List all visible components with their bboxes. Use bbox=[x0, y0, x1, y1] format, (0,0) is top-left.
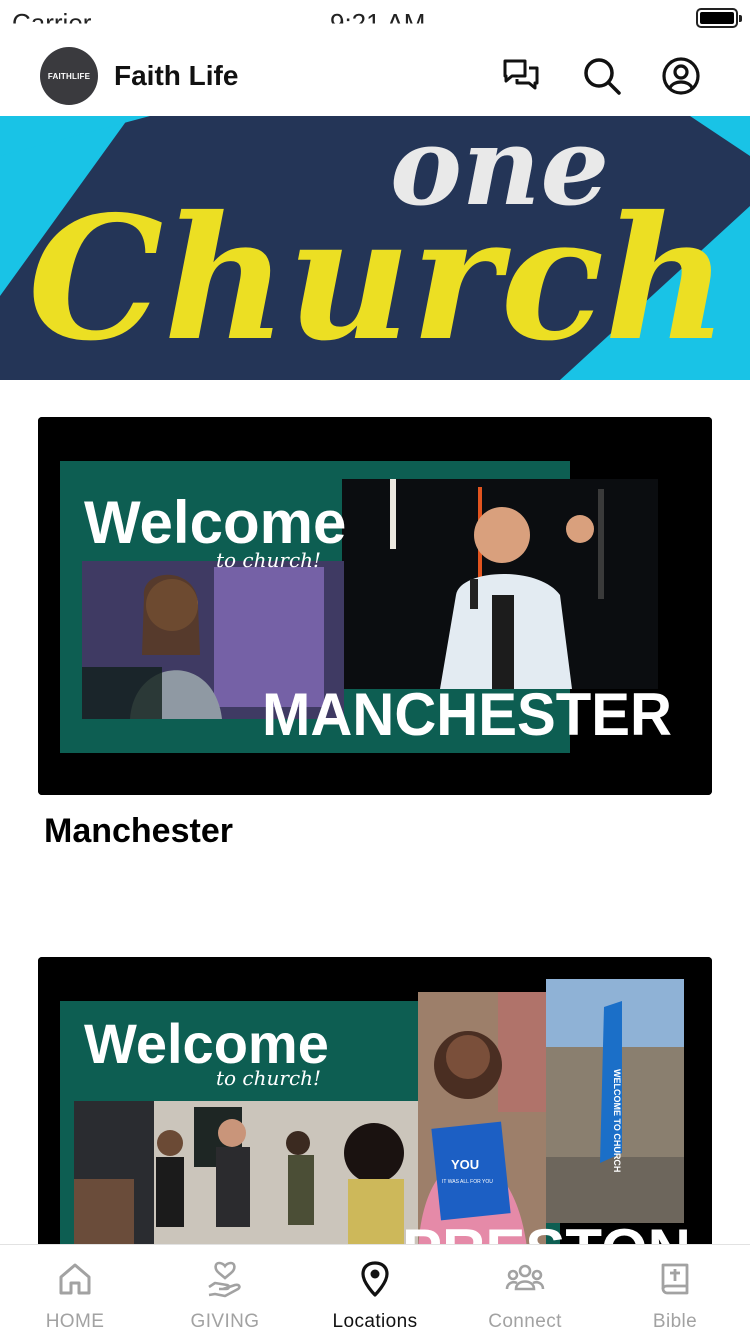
app-logo[interactable]: FAITHLIFE bbox=[40, 47, 98, 105]
app-title: Faith Life bbox=[114, 60, 239, 91]
location-pin-icon bbox=[361, 1261, 389, 1297]
nav-label-giving: GIVING bbox=[190, 1311, 260, 1332]
carrier-label: Carrier bbox=[12, 8, 92, 38]
bottom-nav: HOME GIVING Locations Connect Bible bbox=[0, 1244, 750, 1334]
profile-icon[interactable] bbox=[661, 56, 701, 96]
nav-bible[interactable]: Bible bbox=[600, 1245, 750, 1334]
logo-text: FAITHLIFE bbox=[47, 71, 91, 81]
battery-icon bbox=[696, 8, 742, 28]
status-bar: Carrier 9:21 AM bbox=[0, 0, 750, 38]
hero-artwork: one Church bbox=[0, 116, 750, 380]
app-header: FAITHLIFE Faith Life bbox=[0, 38, 750, 116]
banner-subtitle: to church! bbox=[216, 548, 321, 572]
giving-icon bbox=[208, 1261, 241, 1298]
flag-text: WELCOME TO CHURCH bbox=[612, 1069, 622, 1172]
nav-giving[interactable]: GIVING bbox=[150, 1245, 300, 1334]
location-name[interactable]: Manchester bbox=[44, 812, 233, 851]
nav-label-locations: Locations bbox=[332, 1311, 418, 1332]
status-time: 9:21 AM bbox=[330, 8, 426, 38]
booklet-subtext: IT WAS ALL FOR YOU bbox=[442, 1179, 493, 1185]
nav-connect[interactable]: Connect bbox=[450, 1245, 600, 1334]
manchester-banner: Welcome to church! MANCHESTER bbox=[38, 417, 712, 795]
nav-label-connect: Connect bbox=[488, 1311, 562, 1332]
bible-icon bbox=[661, 1263, 689, 1295]
chat-icon[interactable] bbox=[501, 56, 541, 96]
hero-banner[interactable]: one Church bbox=[0, 116, 750, 380]
banner-city: MANCHESTER bbox=[262, 681, 672, 748]
banner-welcome: Welcome bbox=[84, 489, 346, 556]
banner-subtitle: to church! bbox=[216, 1066, 321, 1090]
preston-banner: Welcome to church! YOU IT WAS ALL FOR YO… bbox=[38, 957, 712, 1257]
location-card-image[interactable]: Welcome to church! MANCHESTER bbox=[38, 417, 712, 795]
nav-label-bible: Bible bbox=[652, 1311, 698, 1332]
location-card-image[interactable]: Welcome to church! YOU IT WAS ALL FOR YO… bbox=[38, 957, 712, 1257]
search-icon[interactable] bbox=[582, 56, 622, 96]
hero-text-church: Church bbox=[28, 179, 728, 379]
nav-locations[interactable]: Locations bbox=[300, 1245, 450, 1334]
nav-label-home: HOME bbox=[45, 1311, 105, 1332]
home-icon bbox=[59, 1263, 91, 1295]
nav-home[interactable]: HOME bbox=[0, 1245, 150, 1334]
booklet-text: YOU bbox=[451, 1157, 479, 1172]
group-icon bbox=[505, 1264, 545, 1291]
